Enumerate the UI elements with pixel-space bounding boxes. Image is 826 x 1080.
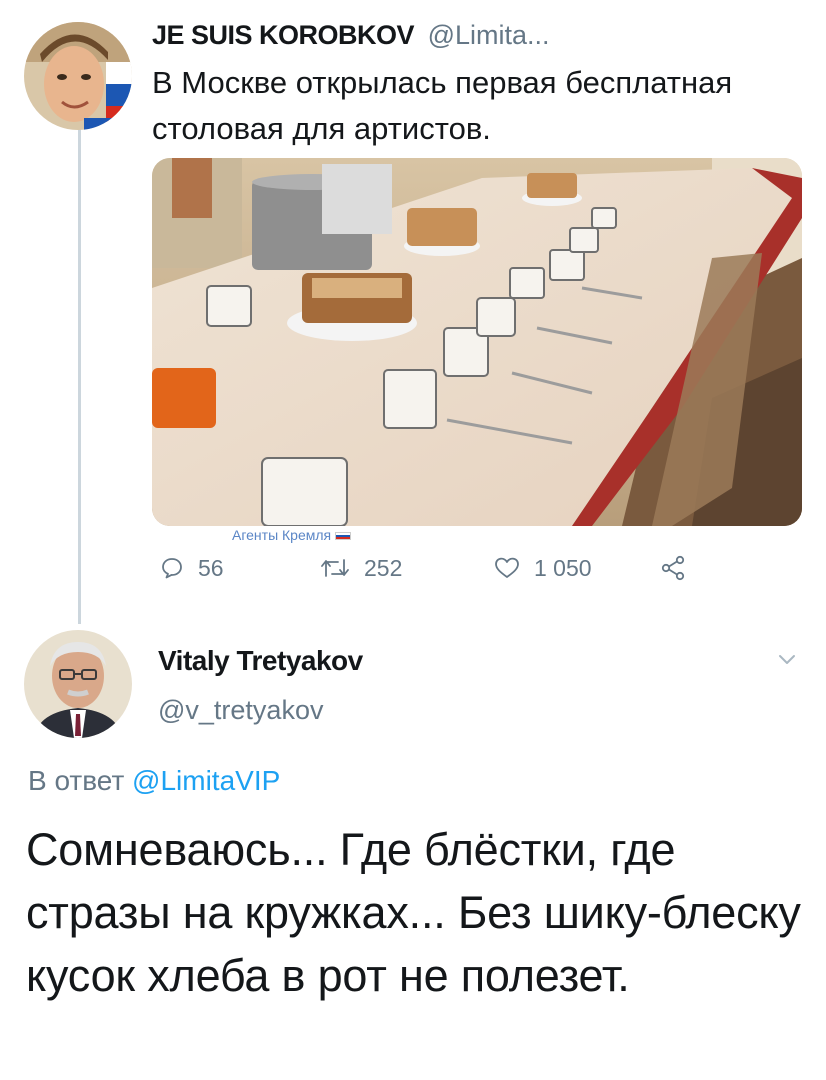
tweet-image[interactable] xyxy=(152,158,802,526)
reply-author-name[interactable]: Vitaly Tretyakov xyxy=(158,645,363,677)
russian-flag-icon xyxy=(335,532,352,541)
avatar-photo xyxy=(24,22,132,130)
reply-icon xyxy=(162,558,182,579)
tweet-header: JE SUIS KOROBKOV @Limita... xyxy=(152,20,550,51)
like-icon xyxy=(495,557,519,578)
chevron-down-icon xyxy=(779,655,795,664)
more-options-button[interactable] xyxy=(776,648,798,670)
reply-context: В ответ @LimitaVIP xyxy=(28,765,280,797)
share-icon xyxy=(661,555,685,581)
thread-connector xyxy=(78,128,81,624)
reply-count: 56 xyxy=(198,554,224,581)
reply-button[interactable]: 56 xyxy=(160,548,224,588)
share-button[interactable] xyxy=(660,548,686,588)
like-count: 1 050 xyxy=(534,554,592,581)
canteen-photo xyxy=(152,158,802,526)
retweet-count: 252 xyxy=(364,554,403,581)
reply-mention-link[interactable]: @LimitaVIP xyxy=(132,765,280,796)
tweet-text: В Москве открылась первая бесплатная сто… xyxy=(152,65,733,146)
reply-author-handle[interactable]: @v_tretyakov xyxy=(158,695,323,726)
avatar-photo xyxy=(24,630,132,738)
watermark-text: Агенты Кремля xyxy=(232,527,332,543)
retweet-icon xyxy=(321,559,349,577)
author-name[interactable]: JE SUIS KOROBKOV xyxy=(152,20,415,50)
reply-author-avatar[interactable] xyxy=(24,630,132,738)
like-button[interactable]: 1 050 xyxy=(494,548,592,588)
retweet-button[interactable]: 252 xyxy=(320,548,402,588)
author-avatar[interactable] xyxy=(24,22,132,130)
tweet-actions: 56 252 1 050 xyxy=(152,548,712,588)
reply-tweet-text: Сомневаюсь... Где блёстки, где стразы на… xyxy=(26,824,801,1001)
reply-prefix: В ответ xyxy=(28,765,125,796)
author-handle[interactable]: @Limita... xyxy=(428,20,550,50)
image-watermark: Агенты Кремля xyxy=(232,527,352,543)
